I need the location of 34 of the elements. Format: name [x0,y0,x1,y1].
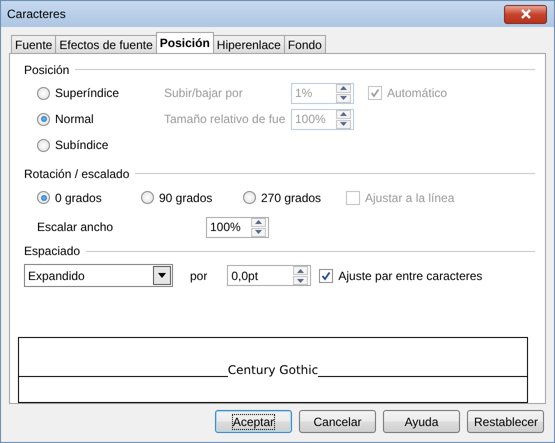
section-title: Posición [24,62,70,77]
section-title: Espaciado [24,244,80,258]
field-label: Escalar ancho [37,220,114,234]
field-label: Tamaño relativo de fue [164,112,286,126]
tab[interactable]: Fuente [11,35,56,53]
field-label: Subir/bajar por [164,86,244,100]
tab[interactable]: Hiperenlace [212,35,285,53]
dialog-button[interactable]: Cancelar [299,410,376,433]
dialog-button[interactable]: Restablecer [467,410,544,433]
spin-field[interactable]: 0,0pt [227,265,312,286]
spin-buttons-icon [336,110,351,129]
spin-buttons-icon [336,84,351,103]
spin-buttons-icon [293,266,308,286]
radio-option[interactable]: Normal [37,112,164,126]
radio-option[interactable]: 0 grados [37,190,141,205]
radio-option[interactable]: Subíndice [37,138,164,152]
dialog-button[interactable]: Aceptar [215,410,292,433]
section-title: Rotación / escalado [24,166,130,181]
window-title: Caracteres [7,7,66,21]
field-label: por [190,268,208,283]
tab[interactable]: Posición [156,32,214,53]
tab[interactable]: Fondo [284,35,326,53]
radio-option[interactable]: 270 grados [243,190,346,205]
spin-buttons-icon [251,218,266,237]
close-button[interactable] [504,4,547,24]
spin-field[interactable]: 100% [206,216,269,238]
tab[interactable]: Efectos de fuente [55,35,157,53]
checkbox[interactable]: Ajuste par entre caracteres [319,268,482,283]
radio-option[interactable]: 90 grados [141,190,243,205]
dialog-button[interactable]: Ayuda [383,410,460,433]
close-icon [520,9,532,19]
radio-option[interactable]: Superíndice [37,86,164,100]
spacing-dropdown[interactable]: Expandido [24,264,173,288]
preview-text: Century Gothic [228,363,318,378]
